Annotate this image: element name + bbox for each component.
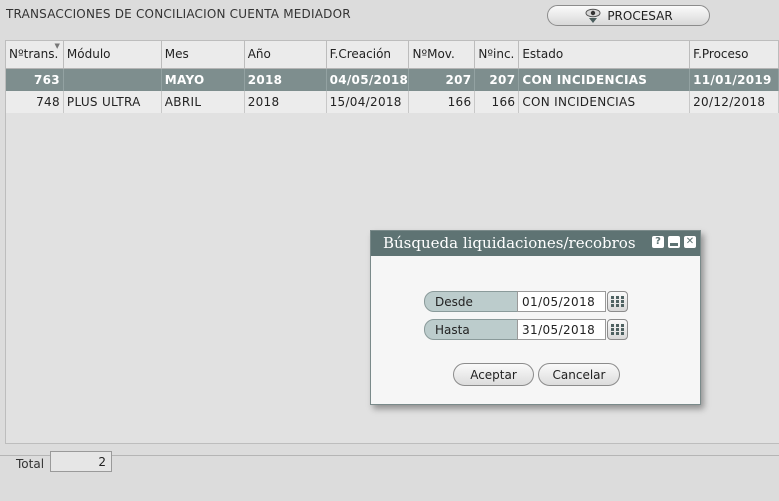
cell-fcreacion: 15/04/2018: [327, 91, 410, 113]
hasta-label: Hasta: [424, 319, 518, 340]
cell-fcreacion: 04/05/2018: [327, 69, 410, 91]
sort-indicator-icon: ▼: [54, 42, 60, 50]
minimize-icon[interactable]: [668, 236, 680, 248]
cell-modulo: PLUS ULTRA: [64, 91, 162, 113]
column-header-ninc[interactable]: Nºinc.: [475, 41, 520, 68]
cell-estado: CON INCIDENCIAS: [519, 91, 691, 113]
table-header: Nºtrans. ▼ Módulo Mes Año F.Creación NºMo…: [6, 41, 779, 69]
cell-nmov: 207: [409, 69, 476, 91]
table-row[interactable]: 763 MAYO 2018 04/05/2018 207 207 CON INC…: [6, 69, 779, 91]
aceptar-button[interactable]: Aceptar: [453, 363, 534, 386]
column-header-fcreacion[interactable]: F.Creación: [327, 41, 410, 68]
dialog-controls: ? ✕: [652, 236, 696, 248]
column-header-fproceso[interactable]: F.Proceso: [690, 41, 779, 68]
help-icon[interactable]: ?: [652, 236, 664, 248]
cell-estado: CON INCIDENCIAS: [519, 69, 691, 91]
cell-ntrans: 763: [6, 69, 64, 91]
footer-divider: [0, 455, 779, 456]
cell-ano: 2018: [245, 91, 327, 113]
cancelar-button[interactable]: Cancelar: [538, 363, 620, 386]
desde-label: Desde: [424, 291, 518, 312]
column-header-estado[interactable]: Estado: [519, 41, 691, 68]
table-row[interactable]: 748 PLUS ULTRA ABRIL 2018 15/04/2018 166…: [6, 91, 779, 113]
hasta-calendar-button[interactable]: [607, 319, 628, 340]
cell-ninc: 166: [475, 91, 520, 113]
column-header-nmov[interactable]: NºMov.: [409, 41, 476, 68]
cell-ntrans: 748: [6, 91, 64, 113]
calendar-icon: [611, 296, 624, 307]
cell-mes: MAYO: [162, 69, 245, 91]
cell-modulo: [64, 69, 162, 91]
column-header-modulo[interactable]: Módulo: [64, 41, 162, 68]
desde-calendar-button[interactable]: [607, 291, 628, 312]
cell-fproceso: 20/12/2018: [690, 91, 779, 113]
cell-ano: 2018: [245, 69, 327, 91]
dialog-title-bar[interactable]: Búsqueda liquidaciones/recobros ? ✕: [371, 231, 700, 256]
search-dialog: Búsqueda liquidaciones/recobros ? ✕ Desd…: [370, 230, 701, 405]
calendar-icon: [611, 324, 624, 335]
column-header-mes[interactable]: Mes: [162, 41, 245, 68]
column-header-ntrans[interactable]: Nºtrans. ▼: [6, 41, 64, 68]
cell-mes: ABRIL: [162, 91, 245, 113]
column-header-ano[interactable]: Año: [245, 41, 327, 68]
cell-fproceso: 11/01/2019: [690, 69, 779, 91]
cell-nmov: 166: [409, 91, 476, 113]
total-label: Total: [16, 457, 45, 471]
procesar-button[interactable]: PROCESAR: [547, 5, 710, 26]
total-value: 2: [50, 451, 112, 472]
hasta-date-input[interactable]: 31/05/2018: [517, 319, 606, 340]
process-icon: [585, 8, 601, 23]
procesar-label: PROCESAR: [607, 8, 673, 23]
page-title: TRANSACCIONES DE CONCILIACION CUENTA MED…: [6, 7, 351, 21]
close-icon[interactable]: ✕: [684, 236, 696, 248]
desde-date-input[interactable]: 01/05/2018: [517, 291, 606, 312]
cell-ninc: 207: [475, 69, 520, 91]
dialog-title: Búsqueda liquidaciones/recobros: [383, 234, 636, 252]
